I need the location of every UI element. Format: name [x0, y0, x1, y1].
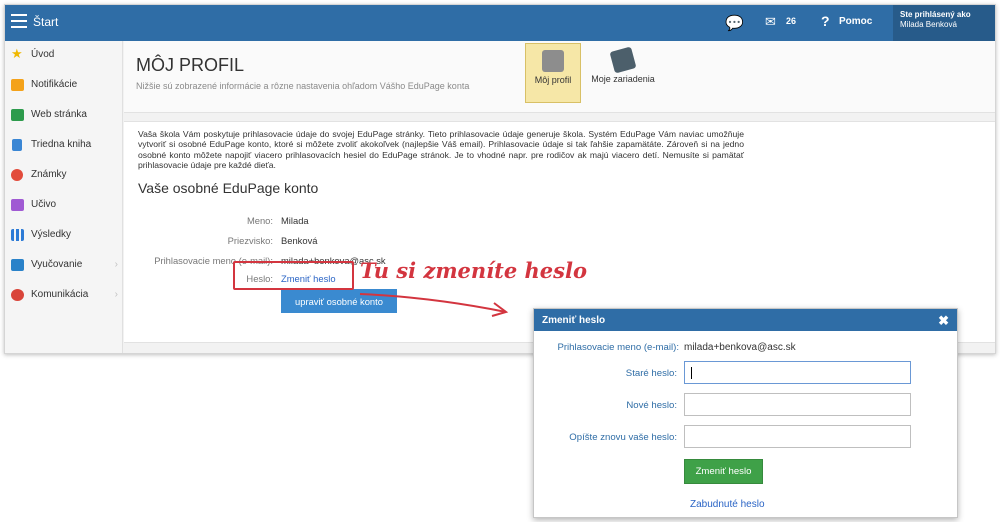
chat-bubbles-icon — [11, 289, 24, 301]
intro-text: Vaša škola Vám poskytuje prihlasovacie ú… — [138, 129, 744, 171]
surname-value: Benková — [281, 235, 318, 246]
sidebar-item-komunikacia[interactable]: Komunikácia › — [5, 281, 122, 311]
tab-label: Moje zariadenia — [591, 74, 655, 84]
dialog-login-value: milada+benkova@asc.sk — [684, 342, 796, 353]
new-password-label: Nové heslo: — [626, 400, 677, 411]
house-icon — [11, 109, 24, 121]
mail-count-badge: 26 — [786, 16, 797, 26]
sidebar-item-label: Výsledky — [31, 229, 72, 240]
change-password-dialog: Zmeniť heslo ✖ Prihlasovacie meno (e-mai… — [533, 308, 958, 518]
sidebar: ★ Úvod Notifikácie Web stránka Triedna kn… — [5, 41, 123, 353]
user-status: Ste prihlásený ako — [900, 10, 971, 19]
start-link[interactable]: Štart — [33, 15, 58, 29]
name-value: Milada — [281, 215, 309, 226]
close-icon[interactable]: ✖ — [938, 313, 949, 329]
book-icon — [12, 139, 22, 151]
sidebar-item-vyucovanie[interactable]: Vyučovanie › — [5, 251, 122, 281]
sidebar-item-label: Úvod — [31, 49, 55, 60]
sidebar-item-notifikacie[interactable]: Notifikácie — [5, 71, 122, 101]
sidebar-item-label: Triedna kniha — [31, 139, 92, 150]
tablet-icon — [609, 46, 637, 74]
page-subtitle: Nižšie sú zobrazené informácie a rôzne n… — [136, 81, 470, 91]
chevron-right-icon: › — [114, 289, 118, 300]
lesson-icon — [11, 259, 24, 271]
page-title: MÔJ PROFIL — [136, 55, 245, 75]
dialog-login-label: Prihlasovacie meno (e-mail): — [557, 342, 679, 353]
annotation-highlight-box — [233, 261, 354, 290]
repeat-password-input[interactable] — [684, 425, 911, 448]
tab-moje-zariadenia[interactable]: Moje zariadenia — [583, 43, 663, 103]
user-name: Milada Benková — [900, 20, 957, 29]
mail-icon[interactable]: ✉ — [765, 14, 776, 30]
user-menu[interactable]: Ste prihlásený ako Milada Benková — [893, 5, 995, 41]
sidebar-item-label: Notifikácie — [31, 79, 78, 90]
name-label: Meno: — [246, 215, 273, 226]
profile-icon — [542, 50, 564, 72]
page-header: MÔJ PROFIL Nižšie sú zobrazené informáci… — [124, 41, 995, 113]
top-bar: Štart 💬 ✉ 26 ? Pomoc Ste prihlásený ako … — [5, 5, 995, 41]
annotation-text: Tu si zmeníte heslo — [360, 258, 587, 283]
help-link[interactable]: Pomoc — [839, 16, 872, 27]
old-password-label: Staré heslo: — [625, 368, 677, 379]
old-password-input[interactable] — [684, 361, 911, 384]
surname-label: Priezvisko: — [227, 235, 273, 246]
grades-icon — [11, 169, 23, 181]
section-title: Vaše osobné EduPage konto — [138, 180, 319, 196]
tab-label: Môj profil — [534, 75, 572, 85]
help-icon[interactable]: ? — [821, 13, 830, 29]
new-password-input[interactable] — [684, 393, 911, 416]
tab-moj-profil[interactable]: Môj profil — [525, 43, 581, 103]
sidebar-item-label: Známky — [31, 169, 67, 180]
envelope-icon — [11, 79, 24, 91]
repeat-password-label: Opíšte znovu vaše heslo: — [569, 432, 677, 443]
submit-change-password-button[interactable]: Zmeniť heslo — [684, 459, 763, 484]
teacher-icon — [11, 199, 24, 211]
dialog-header: Zmeniť heslo ✖ — [534, 309, 957, 331]
menu-icon[interactable] — [11, 14, 27, 28]
chevron-right-icon: › — [114, 259, 118, 270]
star-icon: ★ — [11, 46, 23, 61]
sidebar-item-label: Učivo — [31, 199, 57, 210]
chat-icon[interactable]: 💬 — [725, 14, 744, 32]
forgot-password-link[interactable]: Zabudnuté heslo — [690, 499, 765, 510]
sidebar-item-triedna-kniha[interactable]: Triedna kniha — [5, 131, 122, 161]
sidebar-item-ucivo[interactable]: Učivo — [5, 191, 122, 221]
sidebar-item-uvod[interactable]: ★ Úvod — [5, 41, 122, 71]
bar-chart-icon — [11, 229, 24, 241]
sidebar-item-label: Komunikácia — [31, 289, 89, 300]
sidebar-item-label: Vyučovanie — [31, 259, 83, 270]
sidebar-item-web-stranka[interactable]: Web stránka — [5, 101, 122, 131]
dialog-title: Zmeniť heslo — [542, 315, 606, 326]
text-caret — [691, 367, 692, 379]
sidebar-item-znamky[interactable]: Známky — [5, 161, 122, 191]
sidebar-item-label: Web stránka — [31, 109, 87, 120]
annotation-arrow — [359, 293, 509, 317]
sidebar-item-vysledky[interactable]: Výsledky — [5, 221, 122, 251]
